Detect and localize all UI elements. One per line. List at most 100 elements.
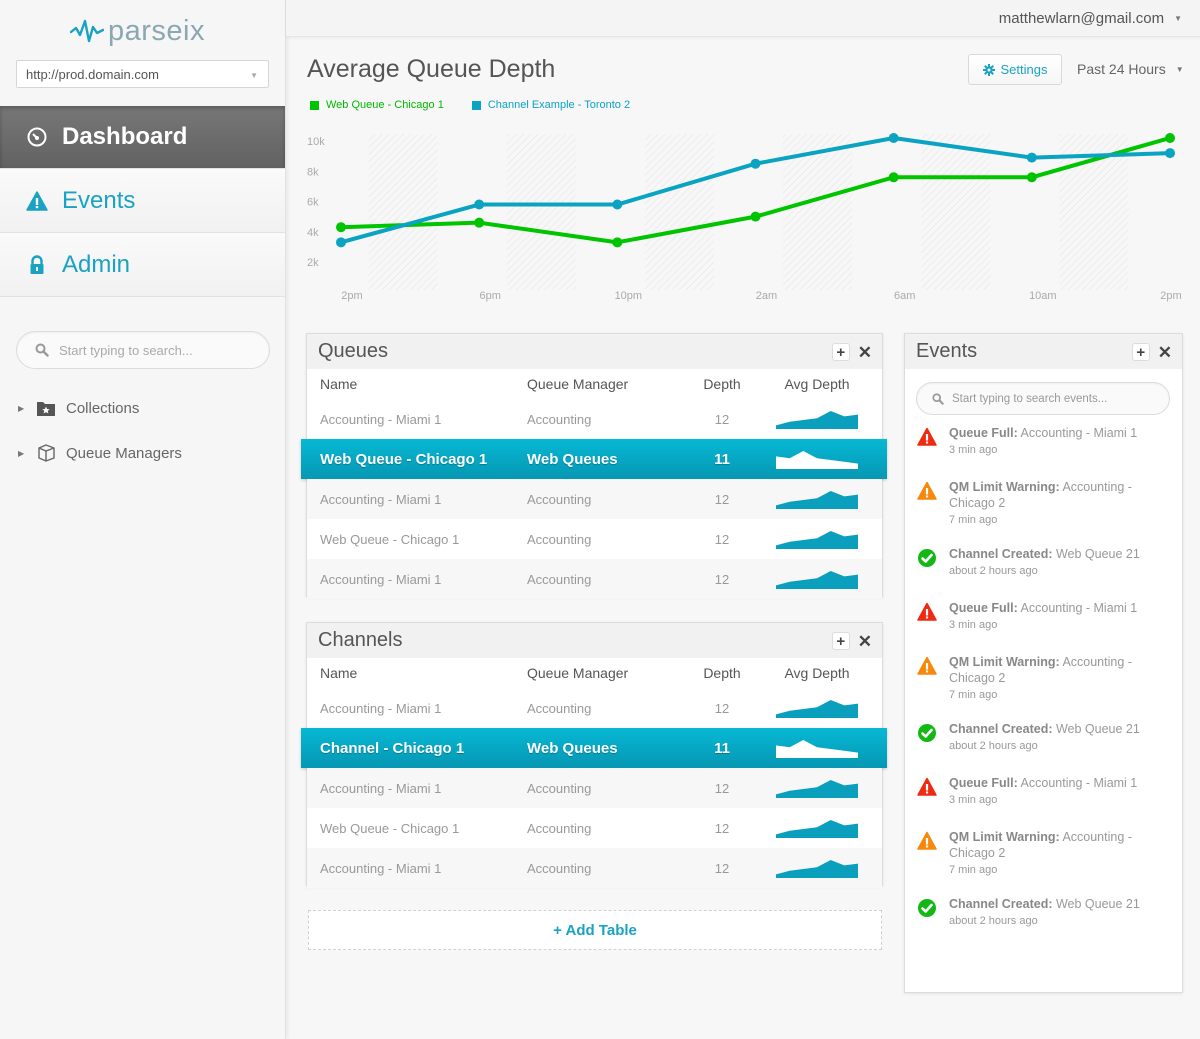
nav-item-admin[interactable]: Admin	[0, 233, 285, 297]
table-row[interactable]: Accounting - Miami 1 Accounting 12	[307, 688, 882, 728]
event-detail: Web Queue 21	[1055, 722, 1140, 736]
add-icon[interactable]: +	[831, 632, 850, 650]
x-tick-label: 6pm	[479, 290, 500, 302]
event-time: about 2 hours ago	[949, 565, 1038, 577]
line-chart-svg: 2k 4k 6k 8k 10k 2pm 6pm 10pm 2am 6am 10am 2pm	[307, 132, 1182, 302]
search-icon	[35, 343, 49, 357]
panel-header: Events + ✕	[905, 334, 1182, 369]
event-item[interactable]: Channel Created: Web Queue 21 about 2 hou…	[917, 546, 1182, 578]
logo[interactable]: parseix	[70, 14, 205, 48]
nav-item-dashboard[interactable]: Dashboard	[0, 106, 285, 169]
sparkline	[776, 491, 858, 509]
column-header-avg-depth: Avg Depth	[784, 376, 850, 392]
add-icon[interactable]: +	[1131, 343, 1150, 361]
nav-label: Admin	[62, 250, 131, 278]
add-table-button[interactable]: + Add Table	[308, 910, 882, 950]
legend-item[interactable]: Channel Example - Toronto 2	[471, 99, 630, 111]
table-row[interactable]: Accounting - Miami 1 Accounting 12	[307, 848, 882, 888]
event-time: about 2 hours ago	[949, 915, 1038, 927]
y-tick-label: 8k	[307, 166, 319, 178]
data-point	[612, 199, 623, 210]
x-tick-label: 10pm	[615, 290, 643, 302]
nav-item-events[interactable]: Events	[0, 169, 285, 233]
row-avg-depth	[757, 698, 877, 718]
row-avg-depth	[757, 489, 877, 509]
sparkline	[776, 411, 858, 429]
row-queue-manager: Accounting	[527, 820, 592, 836]
event-type-label: Channel Created:	[949, 897, 1053, 911]
user-menu[interactable]: matthewlarn@gmail.com ▼	[999, 10, 1182, 27]
sparkline-area	[776, 491, 858, 509]
tree-item-collections[interactable]: ▶ Collections	[18, 395, 182, 421]
data-point	[336, 222, 346, 233]
close-icon[interactable]: ✕	[858, 344, 872, 361]
tree-item-label: Collections	[66, 399, 140, 417]
panel-title: Queues	[318, 340, 389, 362]
row-avg-depth	[757, 778, 877, 798]
column-header-queue-manager: Queue Manager	[527, 376, 629, 392]
event-time: 7 min ago	[949, 689, 998, 701]
table-row-selected[interactable]: Web Queue - Chicago 1 Web Queues 11	[301, 439, 887, 479]
y-tick-label: 4k	[307, 227, 319, 239]
event-text: QM Limit Warning: Accounting - Chicago 2	[949, 829, 1154, 861]
event-item[interactable]: Queue Full: Accounting - Miami 1 3 min ag…	[917, 425, 1182, 457]
event-detail: Accounting - Miami 1	[1020, 426, 1138, 440]
expand-arrow-icon[interactable]: ▶	[18, 449, 36, 458]
add-icon[interactable]: +	[831, 343, 850, 361]
panel-header: Channels + ✕	[307, 623, 882, 658]
row-name: Accounting - Miami 1	[320, 411, 442, 427]
expand-arrow-icon[interactable]: ▶	[18, 404, 36, 413]
event-type-label: QM Limit Warning:	[949, 655, 1060, 669]
event-text: Channel Created: Web Queue 21	[949, 721, 1154, 737]
event-item[interactable]: Channel Created: Web Queue 21 about 2 hou…	[917, 721, 1182, 753]
sparkline	[776, 451, 858, 469]
sidebar: parseix http://prod.domain.com ▼ Dashboa…	[0, 0, 286, 1039]
events-search-input[interactable]	[952, 392, 1152, 405]
event-time: 3 min ago	[949, 794, 998, 806]
event-time: 7 min ago	[949, 514, 998, 526]
panel-title: Channels	[318, 629, 403, 651]
chart-band	[368, 134, 438, 290]
table-row[interactable]: Accounting - Miami 1 Accounting 12	[307, 479, 882, 519]
event-text: Channel Created: Web Queue 21	[949, 896, 1154, 912]
event-type-label: QM Limit Warning:	[949, 830, 1060, 844]
data-point	[888, 132, 899, 143]
row-avg-depth	[757, 449, 877, 469]
event-item[interactable]: Channel Created: Web Queue 21 about 2 hou…	[917, 896, 1182, 928]
event-type-label: Queue Full:	[949, 426, 1018, 440]
event-item[interactable]: QM Limit Warning: Accounting - Chicago 2…	[917, 654, 1182, 702]
table-row[interactable]: Accounting - Miami 1 Accounting 12	[307, 559, 882, 599]
legend-swatch	[471, 100, 481, 110]
data-point	[1026, 172, 1037, 183]
close-icon[interactable]: ✕	[1158, 344, 1172, 361]
star-folder-icon	[36, 399, 56, 417]
sidebar-search-input[interactable]	[59, 342, 259, 358]
table-row-selected[interactable]: Channel - Chicago 1 Web Queues 11	[301, 728, 887, 768]
event-text: Queue Full: Accounting - Miami 1	[949, 600, 1154, 616]
sparkline-area	[776, 780, 858, 798]
tree-item-queue-managers[interactable]: ▶ Queue Managers	[18, 440, 182, 466]
event-item[interactable]: QM Limit Warning: Accounting - Chicago 2…	[917, 479, 1182, 527]
table-row[interactable]: Web Queue - Chicago 1 Accounting 12	[307, 519, 882, 559]
series-line-1	[340, 136, 1171, 245]
row-name: Web Queue - Chicago 1	[320, 531, 460, 547]
event-item[interactable]: QM Limit Warning: Accounting - Chicago 2…	[917, 829, 1182, 877]
event-item[interactable]: Queue Full: Accounting - Miami 1 3 min ag…	[917, 600, 1182, 632]
environment-select[interactable]: http://prod.domain.com ▼	[16, 60, 269, 88]
table-row[interactable]: Accounting - Miami 1 Accounting 12	[307, 399, 882, 439]
data-point	[336, 237, 346, 248]
table-row[interactable]: Accounting - Miami 1 Accounting 12	[307, 768, 882, 808]
channels-panel: Channels + ✕ Name Queue Manager Depth Avg D…	[301, 622, 887, 888]
table-row[interactable]: Web Queue - Chicago 1 Accounting 12	[307, 808, 882, 848]
event-item[interactable]: Queue Full: Accounting - Miami 1 3 min ag…	[917, 775, 1182, 807]
tree-item-label: Queue Managers	[66, 444, 182, 462]
time-range-select[interactable]: Past 24 Hours ▼	[1077, 61, 1184, 77]
settings-button[interactable]: Settings	[968, 54, 1062, 85]
x-tick-label: 2pm	[1160, 290, 1181, 302]
close-icon[interactable]: ✕	[858, 633, 872, 650]
row-avg-depth	[757, 738, 877, 758]
legend-item[interactable]: Web Queue - Chicago 1	[310, 99, 444, 111]
chevron-down-icon: ▼	[250, 71, 258, 80]
time-range-value: Past 24 Hours	[1077, 61, 1166, 77]
dashboard-gauge-icon	[26, 126, 48, 148]
